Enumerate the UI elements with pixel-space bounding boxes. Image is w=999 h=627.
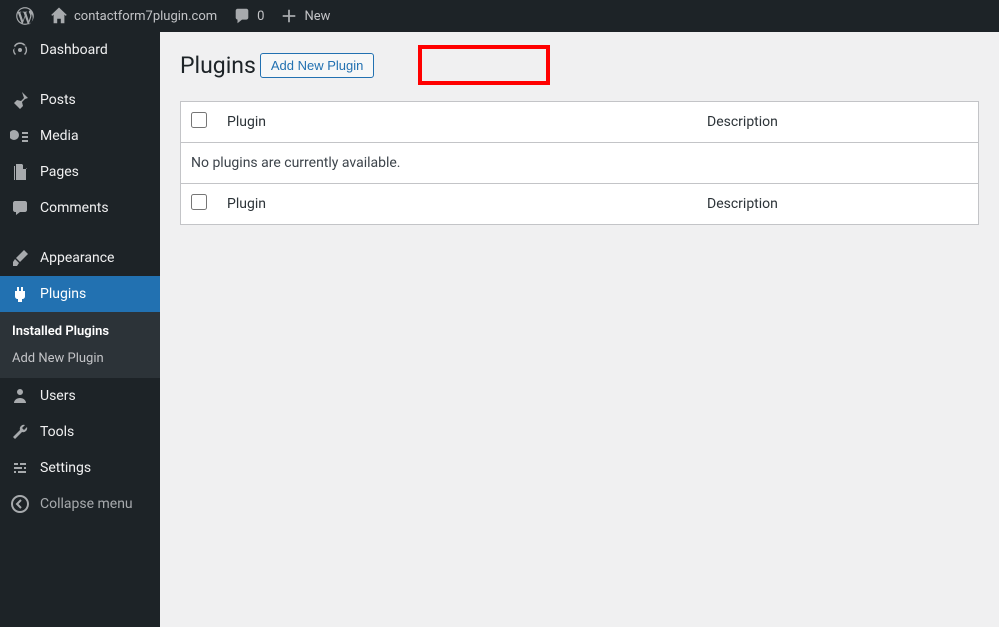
sidebar-item-pages[interactable]: Pages — [0, 154, 160, 190]
site-name-link[interactable]: contactform7plugin.com — [42, 0, 225, 32]
select-all-top-checkbox[interactable] — [191, 112, 207, 128]
sidebar-item-label: Plugins — [40, 286, 86, 302]
submenu-add-new-plugin[interactable]: Add New Plugin — [0, 345, 160, 372]
page-header: Plugins Add New Plugin — [180, 52, 374, 79]
dashboard-icon — [10, 40, 30, 60]
new-content-label: New — [304, 9, 330, 24]
main-content: Plugins Add New Plugin Plugin Descriptio… — [160, 32, 999, 627]
sidebar-item-label: Pages — [40, 164, 79, 180]
comments-count: 0 — [257, 9, 264, 24]
wordpress-icon — [16, 7, 34, 25]
sidebar-item-appearance[interactable]: Appearance — [0, 240, 160, 276]
sidebar-item-label: Media — [40, 128, 79, 144]
column-footer-plugin[interactable]: Plugin — [217, 184, 697, 225]
site-name-text: contactform7plugin.com — [74, 9, 217, 24]
media-icon — [10, 126, 30, 146]
plugins-submenu: Installed Plugins Add New Plugin — [0, 312, 160, 378]
sidebar-item-label: Comments — [40, 200, 109, 216]
sidebar-item-label: Users — [40, 388, 76, 404]
sidebar-item-dashboard[interactable]: Dashboard — [0, 32, 160, 68]
sidebar-item-settings[interactable]: Settings — [0, 450, 160, 486]
sidebar-item-label: Appearance — [40, 250, 114, 266]
comments-link[interactable]: 0 — [225, 0, 272, 32]
add-new-plugin-button[interactable]: Add New Plugin — [260, 53, 375, 78]
admin-sidebar: Dashboard Posts Media Pages Comments App… — [0, 32, 160, 627]
column-header-description[interactable]: Description — [697, 102, 979, 143]
submenu-installed-plugins[interactable]: Installed Plugins — [0, 318, 160, 345]
column-header-plugin[interactable]: Plugin — [217, 102, 697, 143]
comment-icon — [10, 198, 30, 218]
collapse-icon — [10, 494, 30, 514]
sidebar-item-label: Tools — [40, 424, 74, 440]
select-all-bottom-checkbox[interactable] — [191, 194, 207, 210]
plus-icon — [280, 7, 298, 25]
comments-icon — [233, 7, 251, 25]
new-content-link[interactable]: New — [272, 0, 338, 32]
annotation-highlight — [418, 45, 550, 85]
home-icon — [50, 7, 68, 25]
sidebar-item-users[interactable]: Users — [0, 378, 160, 414]
wrench-icon — [10, 422, 30, 442]
column-footer-description[interactable]: Description — [697, 184, 979, 225]
plugins-table: Plugin Description No plugins are curren… — [180, 101, 979, 225]
pin-icon — [10, 90, 30, 110]
settings-icon — [10, 458, 30, 478]
empty-state-message: No plugins are currently available. — [181, 143, 979, 184]
sidebar-item-posts[interactable]: Posts — [0, 82, 160, 118]
plugin-icon — [10, 284, 30, 304]
sidebar-item-label: Settings — [40, 460, 91, 476]
sidebar-item-label: Posts — [40, 92, 76, 108]
admin-bar: contactform7plugin.com 0 New — [0, 0, 999, 32]
sidebar-item-plugins[interactable]: Plugins — [0, 276, 160, 312]
brush-icon — [10, 248, 30, 268]
users-icon — [10, 386, 30, 406]
sidebar-item-label: Collapse menu — [40, 496, 133, 512]
pages-icon — [10, 162, 30, 182]
sidebar-item-media[interactable]: Media — [0, 118, 160, 154]
sidebar-item-comments[interactable]: Comments — [0, 190, 160, 226]
wordpress-logo-menu[interactable] — [8, 0, 42, 32]
sidebar-collapse-menu[interactable]: Collapse menu — [0, 486, 160, 522]
sidebar-item-tools[interactable]: Tools — [0, 414, 160, 450]
page-title: Plugins — [180, 52, 256, 79]
sidebar-item-label: Dashboard — [40, 42, 108, 58]
